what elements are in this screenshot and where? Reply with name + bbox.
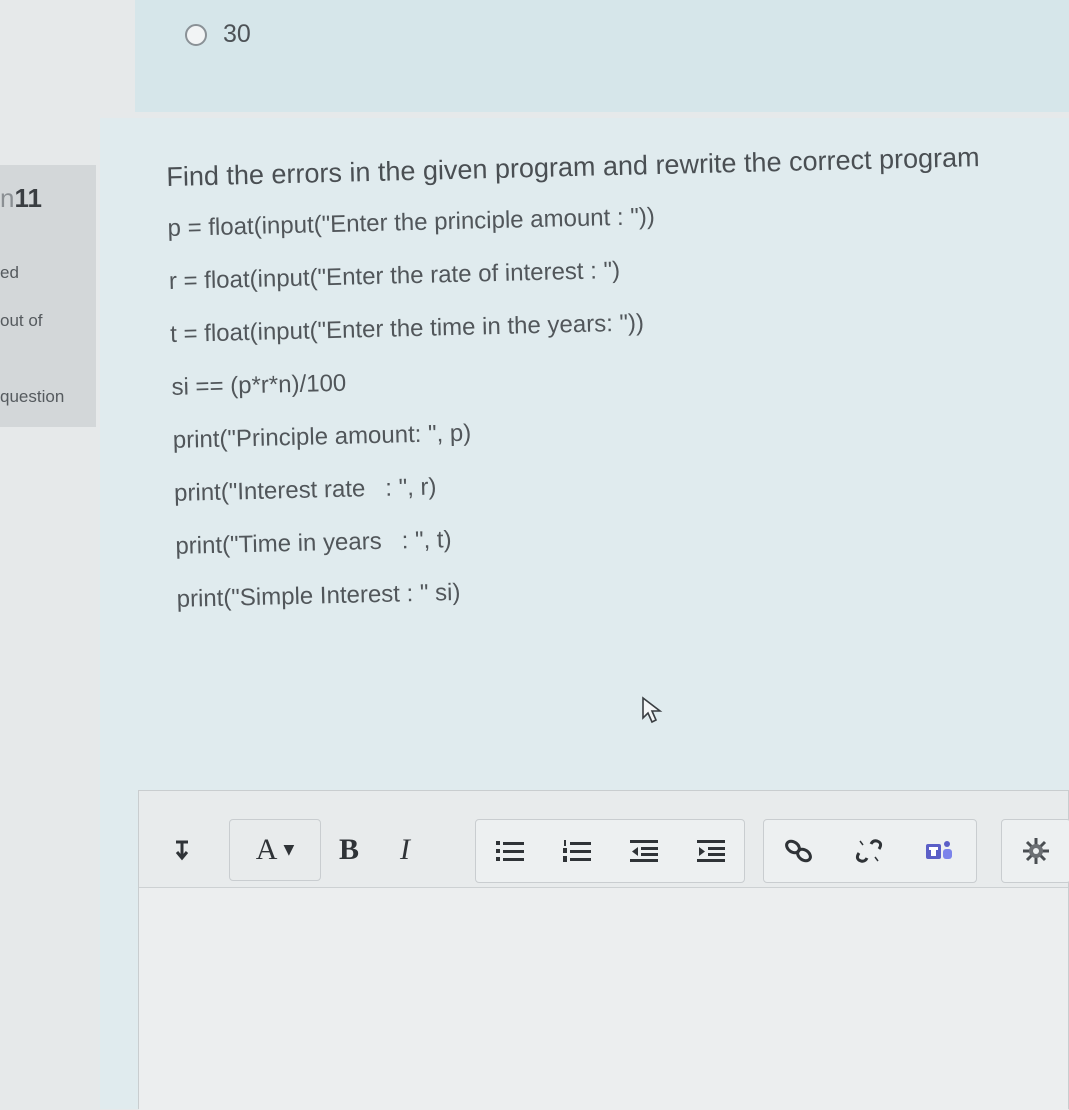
expand-toolbar-icon bbox=[174, 839, 190, 861]
indent-icon bbox=[696, 838, 726, 864]
question-number-value: 11 bbox=[14, 183, 42, 213]
link-button[interactable] bbox=[764, 821, 834, 881]
unlink-icon bbox=[853, 837, 885, 865]
link-icon bbox=[783, 838, 815, 864]
font-color-icon: A bbox=[255, 833, 278, 866]
ordered-list-button[interactable] bbox=[543, 821, 610, 881]
question-status: ed bbox=[0, 263, 19, 282]
unlink-button[interactable] bbox=[834, 821, 904, 881]
question-number-prefix: n bbox=[0, 183, 15, 213]
teams-button[interactable] bbox=[904, 821, 974, 881]
settings-group bbox=[1001, 819, 1069, 883]
unordered-list-icon bbox=[495, 838, 525, 864]
option-radio[interactable] bbox=[185, 23, 207, 46]
list-group bbox=[475, 819, 745, 883]
expand-toolbar-button[interactable] bbox=[157, 820, 207, 880]
settings-icon bbox=[1020, 835, 1052, 867]
bold-button[interactable]: B bbox=[321, 820, 377, 880]
question-text: Find the errors in the given program and… bbox=[166, 140, 1069, 633]
italic-icon: I bbox=[400, 833, 410, 866]
bold-icon: B bbox=[338, 833, 359, 866]
question-prompt: Find the errors in the given program and… bbox=[166, 142, 980, 192]
option-label: 30 bbox=[223, 20, 251, 48]
question-info-box: n11 ed out of question bbox=[0, 165, 96, 427]
font-color-button[interactable]: A ▼ bbox=[229, 819, 321, 881]
ordered-list-icon bbox=[562, 838, 592, 864]
text-format-group: A ▼ B I bbox=[157, 819, 453, 881]
teams-icon bbox=[924, 838, 954, 864]
answer-option[interactable]: 30 bbox=[185, 20, 251, 49]
answer-option-panel: 30 bbox=[135, 0, 1069, 112]
question-marks: out of bbox=[0, 311, 43, 330]
italic-button[interactable]: I bbox=[377, 820, 433, 880]
answer-text-area[interactable] bbox=[139, 888, 1068, 1110]
outdent-button[interactable] bbox=[610, 821, 677, 881]
settings-button[interactable] bbox=[1002, 821, 1069, 881]
indent-button[interactable] bbox=[677, 821, 744, 881]
flag-question[interactable]: question bbox=[0, 387, 64, 407]
outdent-icon bbox=[629, 838, 659, 864]
answer-editor: A ▼ B I bbox=[138, 790, 1069, 1110]
unordered-list-button[interactable] bbox=[476, 821, 543, 881]
chevron-down-icon: ▼ bbox=[283, 842, 295, 858]
question-number: n11 bbox=[0, 183, 42, 214]
mouse-cursor-icon bbox=[640, 696, 666, 729]
editor-toolbar: A ▼ B I bbox=[139, 791, 1069, 888]
link-group bbox=[763, 819, 977, 883]
